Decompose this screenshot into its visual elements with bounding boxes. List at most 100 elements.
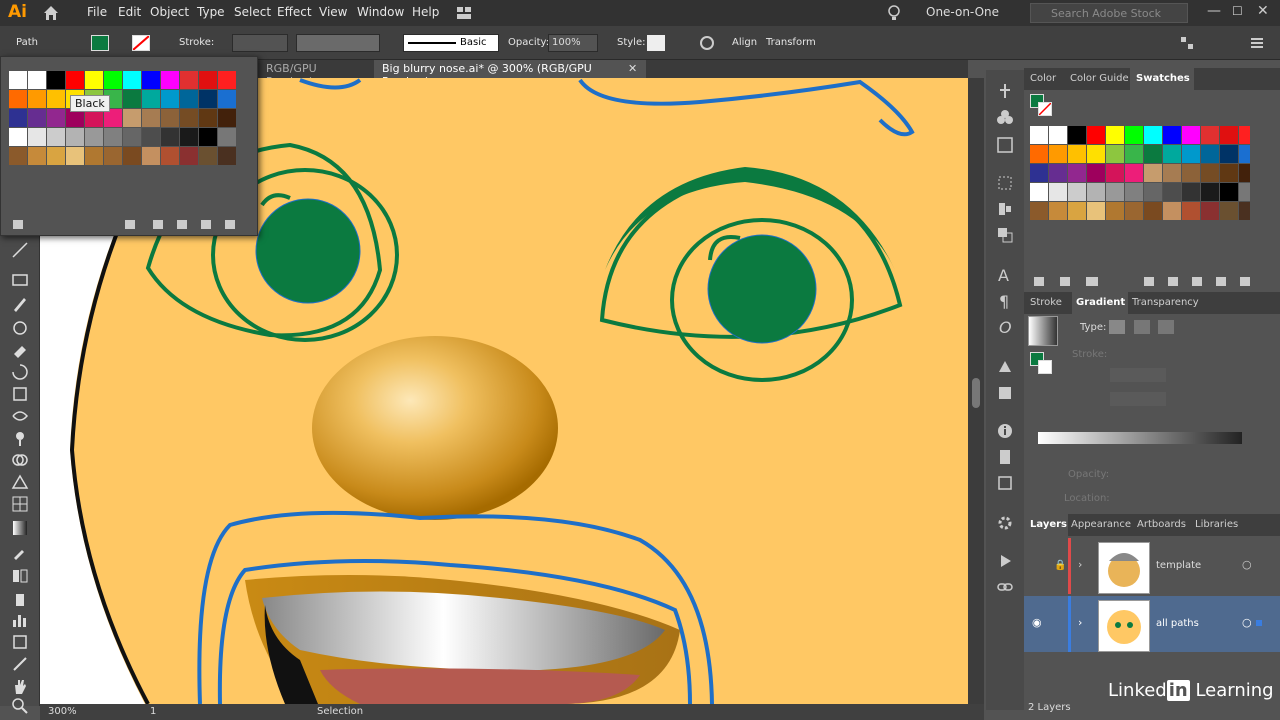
gradient-aspect-field[interactable] bbox=[1110, 392, 1166, 406]
swatch-cell[interactable] bbox=[1068, 126, 1086, 144]
swatch-cell[interactable] bbox=[28, 71, 46, 89]
stock-search-input[interactable]: Search Adobe Stock bbox=[1030, 3, 1188, 23]
swatch-cell[interactable] bbox=[199, 128, 217, 146]
gradient-angle-field[interactable] bbox=[1110, 368, 1166, 382]
swatch-cell[interactable] bbox=[180, 147, 198, 165]
swatch-cell[interactable] bbox=[161, 128, 179, 146]
swatch-cell[interactable] bbox=[1030, 202, 1048, 220]
swatch-cell[interactable] bbox=[47, 71, 65, 89]
close-tab-icon[interactable]: ✕ bbox=[628, 62, 637, 75]
swatch-cell[interactable] bbox=[142, 128, 160, 146]
tab-color[interactable]: Color bbox=[1030, 73, 1056, 84]
swatch-cell[interactable] bbox=[85, 128, 103, 146]
swatch-cell[interactable] bbox=[142, 90, 160, 108]
rectangle-tool-icon[interactable] bbox=[10, 270, 30, 290]
swatch-cell[interactable] bbox=[180, 71, 198, 89]
puppet-icon[interactable] bbox=[996, 82, 1014, 100]
column-graph-tool-icon[interactable] bbox=[10, 610, 30, 630]
menu-view[interactable]: View bbox=[319, 5, 347, 19]
rotate-tool-icon[interactable] bbox=[10, 362, 30, 382]
gradient-stroke-swatch[interactable] bbox=[1038, 360, 1052, 374]
transform-panel-icon[interactable] bbox=[996, 174, 1014, 192]
layer-row-template[interactable]: 🔒 › template ○ bbox=[1024, 538, 1280, 594]
slice-tool-icon[interactable] bbox=[10, 654, 30, 674]
blend-tool-icon[interactable] bbox=[10, 566, 30, 586]
swatch-cell[interactable] bbox=[180, 109, 198, 127]
swatch-cell[interactable] bbox=[1144, 164, 1162, 182]
puppet-warp-tool-icon[interactable] bbox=[10, 428, 30, 448]
swatch-cell[interactable] bbox=[161, 71, 179, 89]
transform-link[interactable]: Transform bbox=[766, 37, 816, 48]
swatch-cell[interactable] bbox=[1068, 202, 1086, 220]
swatch-cell[interactable] bbox=[1049, 183, 1067, 201]
swatch-grid[interactable] bbox=[1, 57, 259, 207]
swatch-cell[interactable] bbox=[47, 109, 65, 127]
swatch-cell[interactable] bbox=[1144, 183, 1162, 201]
swatch-cell[interactable] bbox=[1239, 183, 1250, 201]
freeform-gradient-button[interactable] bbox=[1158, 320, 1174, 334]
swatch-cell[interactable] bbox=[28, 128, 46, 146]
hand-tool-icon[interactable] bbox=[10, 676, 30, 696]
export-icon[interactable] bbox=[996, 474, 1014, 492]
brush-definition[interactable]: Basic bbox=[403, 34, 499, 52]
tab-appearance[interactable]: Appearance bbox=[1071, 519, 1131, 530]
swatch-cell[interactable] bbox=[1087, 183, 1105, 201]
swatch-cell[interactable] bbox=[1125, 145, 1143, 163]
artboard-number[interactable]: 1 bbox=[150, 706, 156, 717]
swatch-cell[interactable] bbox=[1220, 126, 1238, 144]
swatch-cell[interactable] bbox=[47, 128, 65, 146]
scroll-thumb[interactable] bbox=[972, 378, 980, 408]
swatch-cell[interactable] bbox=[142, 109, 160, 127]
swatch-cell[interactable] bbox=[1239, 145, 1250, 163]
swatch-cell[interactable] bbox=[1239, 202, 1250, 220]
home-icon[interactable] bbox=[42, 4, 60, 22]
swatch-cell[interactable] bbox=[1106, 183, 1124, 201]
swatch-cell[interactable] bbox=[199, 109, 217, 127]
swatch-cell[interactable] bbox=[1106, 126, 1124, 144]
menu-window[interactable]: Window bbox=[357, 5, 404, 19]
panel-menu-icon[interactable] bbox=[1250, 36, 1264, 50]
swatch-cell[interactable] bbox=[1182, 202, 1200, 220]
target-circle-icon[interactable]: ○ bbox=[1242, 616, 1252, 629]
menu-help[interactable]: Help bbox=[412, 5, 439, 19]
gradient-thumbnail[interactable] bbox=[1028, 316, 1058, 346]
swatch-cell[interactable] bbox=[104, 128, 122, 146]
linear-gradient-button[interactable] bbox=[1109, 320, 1125, 334]
document-info-icon[interactable] bbox=[996, 448, 1014, 466]
swatch-cell[interactable] bbox=[199, 71, 217, 89]
tab-layers[interactable]: Layers bbox=[1030, 519, 1067, 530]
gradient-tool-icon[interactable] bbox=[10, 518, 30, 538]
close-icon[interactable]: ✕ bbox=[1257, 3, 1269, 19]
swatch-cell[interactable] bbox=[218, 128, 236, 146]
swatch-cell[interactable] bbox=[1068, 183, 1086, 201]
swatch-cell[interactable] bbox=[1163, 145, 1181, 163]
swatch-cell[interactable] bbox=[1182, 145, 1200, 163]
arrange-icon[interactable] bbox=[1180, 36, 1194, 50]
tab-document-1[interactable]: RGB/GPU Preview) bbox=[258, 60, 373, 88]
swatch-cell[interactable] bbox=[1049, 164, 1067, 182]
swatch-cell[interactable] bbox=[1125, 202, 1143, 220]
swatches-panel-icon[interactable] bbox=[996, 384, 1014, 402]
swatch-cell[interactable] bbox=[1182, 126, 1200, 144]
swatch-cell[interactable] bbox=[28, 147, 46, 165]
swatch-cell[interactable] bbox=[142, 71, 160, 89]
align-panel-icon[interactable] bbox=[996, 200, 1014, 218]
swatches-panel-grid[interactable] bbox=[1028, 124, 1250, 264]
swatch-cell[interactable] bbox=[1239, 126, 1250, 144]
layer-row-all-paths[interactable]: ◉ › all paths ○ bbox=[1024, 596, 1280, 652]
eyedropper-tool-icon[interactable] bbox=[10, 542, 30, 562]
stroke-color-swatch[interactable] bbox=[132, 35, 150, 51]
swatch-cell[interactable] bbox=[1030, 164, 1048, 182]
stroke-weight-field[interactable] bbox=[232, 34, 288, 52]
swatch-cell[interactable] bbox=[161, 147, 179, 165]
swatch-cell[interactable] bbox=[66, 128, 84, 146]
shape-builder-tool-icon[interactable] bbox=[10, 450, 30, 470]
mesh-tool-icon[interactable] bbox=[10, 494, 30, 514]
links-icon[interactable] bbox=[996, 578, 1014, 596]
swatch-cell[interactable] bbox=[1163, 202, 1181, 220]
tab-swatches[interactable]: Swatches bbox=[1136, 73, 1190, 84]
scale-tool-icon[interactable] bbox=[10, 384, 30, 404]
swatch-cell[interactable] bbox=[1030, 183, 1048, 201]
swatch-cell[interactable] bbox=[1049, 126, 1067, 144]
swatch-cell[interactable] bbox=[1068, 145, 1086, 163]
